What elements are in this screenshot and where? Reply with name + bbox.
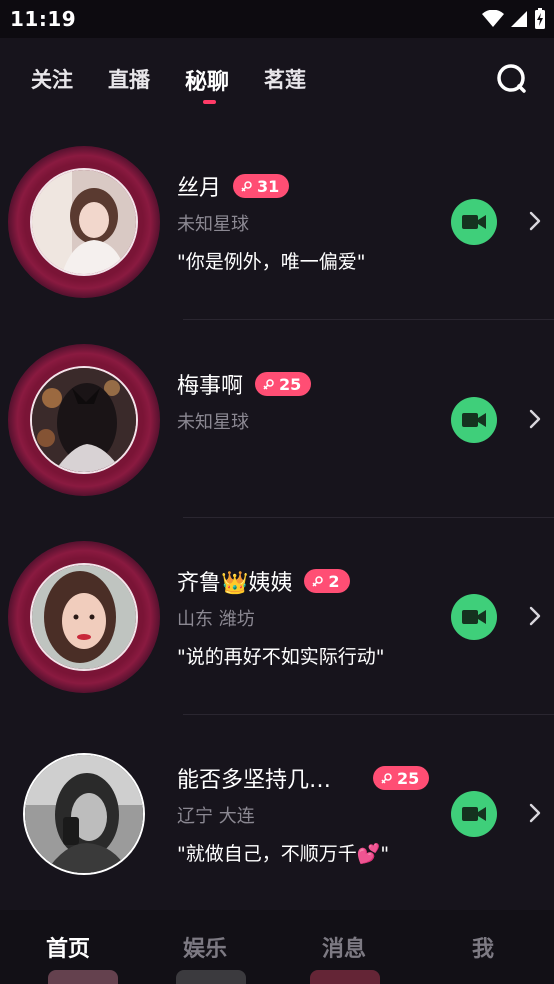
- badge-count: 31: [257, 176, 280, 196]
- nav-home[interactable]: 首页: [46, 931, 90, 963]
- chevron-right-icon[interactable]: [528, 605, 542, 627]
- female-icon: [263, 379, 274, 390]
- status-bar: 11:19: [0, 0, 554, 38]
- chevron-right-icon[interactable]: [528, 802, 542, 824]
- status-time: 11:19: [10, 7, 77, 31]
- badge-count: 2: [328, 571, 340, 591]
- video-call-button[interactable]: [451, 199, 497, 245]
- user-name: 齐鲁👑姨姨: [177, 571, 293, 596]
- user-location: 山东 潍坊: [177, 609, 255, 630]
- heart-badge: 25: [255, 372, 312, 396]
- name-row: 齐鲁👑姨姨 2: [177, 565, 350, 597]
- tab-minglian[interactable]: 茗莲: [264, 64, 306, 94]
- nav-glow: [48, 970, 118, 984]
- video-call-button[interactable]: [451, 594, 497, 640]
- female-icon: [312, 576, 324, 587]
- search-button[interactable]: [493, 60, 531, 98]
- avatar[interactable]: [8, 753, 160, 905]
- user-name: 丝月: [177, 176, 222, 201]
- avatar-photo: [30, 366, 138, 474]
- video-call-button[interactable]: [451, 397, 497, 443]
- video-camera-icon: [462, 610, 486, 624]
- video-call-button[interactable]: [451, 791, 497, 837]
- avatar-photo: [23, 753, 145, 875]
- video-camera-icon: [462, 413, 486, 427]
- search-icon: [497, 64, 526, 93]
- top-tabs: 关注 直播 秘聊 茗莲: [0, 38, 554, 118]
- list-item[interactable]: 齐鲁👑姨姨 2 山东 潍坊 "说的再好不如实际行动": [0, 515, 554, 715]
- chevron-right-icon[interactable]: [528, 408, 542, 430]
- avatar-photo: [30, 563, 138, 671]
- nav-messages[interactable]: 消息: [322, 931, 366, 963]
- battery-icon: [535, 8, 545, 29]
- avatar[interactable]: [8, 146, 160, 298]
- badge-count: 25: [279, 374, 302, 394]
- user-bio: "就做自己，不顺万千💕": [177, 843, 390, 865]
- bottom-nav: 首页 娱乐 消息 我: [0, 910, 554, 984]
- name-row: 梅事啊 25: [177, 368, 312, 400]
- nav-entertainment[interactable]: 娱乐: [183, 931, 227, 963]
- user-bio: "说的再好不如实际行动": [177, 646, 385, 668]
- avatar[interactable]: [8, 541, 160, 693]
- nav-glow: [310, 970, 380, 984]
- user-name: 能否多坚持几…: [177, 768, 332, 793]
- nav-me[interactable]: 我: [472, 931, 494, 963]
- user-location: 辽宁 大连: [177, 806, 255, 827]
- signal-icon: [511, 11, 527, 27]
- tab-follow[interactable]: 关注: [31, 64, 73, 94]
- tab-live[interactable]: 直播: [108, 64, 150, 94]
- user-bio: "你是例外，唯一偏爱": [177, 251, 366, 273]
- active-tab-indicator: [203, 100, 216, 104]
- wifi-icon: [482, 10, 504, 27]
- list-item[interactable]: 丝月 31 未知星球 "你是例外，唯一偏爱": [0, 120, 554, 320]
- list-item[interactable]: 梅事啊 25 未知星球: [0, 318, 554, 518]
- avatar[interactable]: [8, 344, 160, 496]
- status-icons: [482, 8, 546, 30]
- user-name: 梅事啊: [177, 374, 244, 399]
- name-row: 能否多坚持几… 25: [177, 762, 430, 794]
- video-camera-icon: [462, 807, 486, 821]
- user-location: 未知星球: [177, 214, 249, 235]
- name-row: 丝月 31: [177, 170, 290, 202]
- video-camera-icon: [462, 215, 486, 229]
- user-location: 未知星球: [177, 412, 249, 433]
- avatar-photo: [30, 168, 138, 276]
- heart-badge: 25: [373, 766, 430, 790]
- badge-count: 25: [397, 768, 420, 788]
- female-icon: [381, 773, 392, 784]
- heart-badge: 2: [304, 569, 350, 593]
- tab-private-chat[interactable]: 秘聊: [185, 64, 229, 96]
- heart-badge: 31: [233, 174, 290, 198]
- female-icon: [241, 181, 252, 192]
- list-item[interactable]: 能否多坚持几… 25 辽宁 大连 "就做自己，不顺万千💕": [0, 712, 554, 909]
- nav-glow: [176, 970, 246, 984]
- chevron-right-icon[interactable]: [528, 210, 542, 232]
